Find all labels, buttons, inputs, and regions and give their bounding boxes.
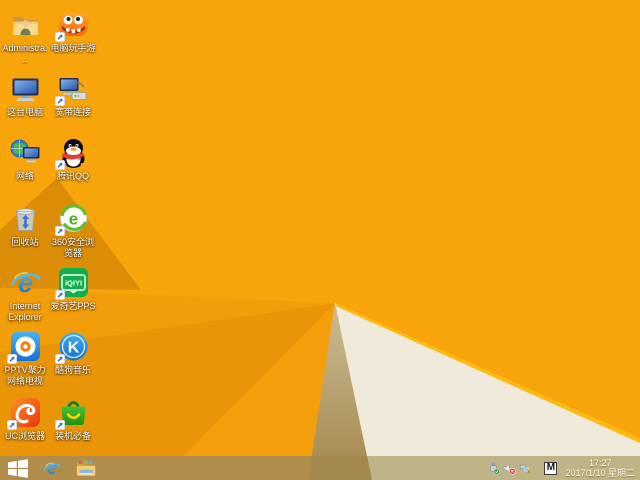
shortcut-arrow-icon — [54, 160, 65, 170]
desktop-icon-label: 爱奇艺PPS — [50, 301, 96, 311]
desktop-icon-label: 酷狗音乐 — [54, 365, 91, 375]
desktop-icon-label: UC浏览器 — [5, 431, 45, 441]
taskbar: e M 17:27 2017/1/10 星期二 — [0, 456, 640, 480]
desktop-icon-zhuangji-bibei[interactable]: 装机必备 — [50, 396, 96, 442]
monster-icon — [54, 8, 90, 42]
desktop-icon-label: 宽带连接 — [54, 107, 91, 117]
desktop-icon-label: 装机必备 — [54, 431, 91, 441]
ie-icon: e — [9, 266, 42, 299]
desktop-icon-label: 这台电脑 — [6, 107, 43, 117]
desktop-icon-uc-browser[interactable]: UC浏览器 — [2, 396, 48, 442]
desktop-icon-pc-play-mobile-games[interactable]: 电脑玩手游 — [50, 8, 96, 54]
windows-logo-icon — [8, 458, 28, 478]
shortcut-arrow-icon — [54, 32, 65, 42]
shortcut-arrow-icon — [6, 354, 17, 364]
desktop: Administra... 电脑玩手游这台电脑 宽带连接网络 腾讯QQ 回收站 e 360安… — [0, 0, 640, 480]
network-icon — [9, 136, 42, 169]
desktop-icon-label: PPTV聚力 网络电视 — [4, 365, 46, 386]
qq-icon — [54, 136, 90, 170]
svg-text:iQIYI: iQIYI — [64, 279, 81, 288]
desktop-icon-network[interactable]: 网络 — [2, 136, 48, 182]
shortcut-arrow-icon — [6, 420, 17, 430]
taskbar-internet-explorer-button[interactable]: e — [37, 456, 67, 480]
system-tray: M 17:27 2017/1/10 星期二 — [484, 456, 637, 480]
svg-text:K: K — [67, 340, 79, 357]
bag-icon — [54, 396, 90, 430]
uc-icon — [6, 396, 42, 430]
kugou-icon: K — [54, 330, 90, 364]
desktop-icon-administrator[interactable]: Administra... — [2, 8, 48, 65]
user-folder-icon — [9, 8, 42, 41]
desktop-icon-360-safe-browser[interactable]: e 360安全浏览器 — [50, 202, 96, 259]
start-button[interactable] — [3, 456, 33, 480]
desktop-icon-kugou-music[interactable]: K 酷狗音乐 — [50, 330, 96, 376]
desktop-icon-label: 电脑玩手游 — [50, 43, 96, 53]
svg-text:e: e — [68, 210, 77, 229]
internet-explorer-icon: e — [42, 459, 62, 478]
shortcut-arrow-icon — [54, 290, 65, 300]
file-explorer-icon — [76, 459, 96, 478]
ime-indicator[interactable]: M — [544, 461, 558, 475]
desktop-icon-broadband-connection[interactable]: 宽带连接 — [50, 72, 96, 118]
computer-icon — [9, 72, 42, 105]
desktop-icon-internet-explorer[interactable]: e Internet Explorer — [2, 266, 48, 323]
pptv-icon — [6, 330, 42, 364]
shortcut-arrow-icon — [54, 96, 65, 106]
clock-time: 17:27 — [588, 458, 612, 468]
desktop-icon-label: 腾讯QQ — [56, 171, 89, 181]
desktop-icon-label: Administra... — [2, 43, 48, 64]
volume-muted-icon[interactable] — [503, 462, 516, 475]
shortcut-arrow-icon — [54, 420, 65, 430]
desktop-icon-recycle-bin[interactable]: 回收站 — [2, 202, 48, 248]
se360-icon: e — [54, 202, 90, 236]
desktop-icon-pptv[interactable]: PPTV聚力 网络电视 — [2, 330, 48, 387]
shortcut-arrow-icon — [54, 226, 65, 236]
desktop-icon-iqiyi-pps[interactable]: iQIYI 爱奇艺PPS — [50, 266, 96, 312]
wallpaper — [0, 0, 640, 480]
clock-date: 2017/1/10 星期二 — [565, 468, 635, 478]
desktop-icon-label: Internet Explorer — [8, 301, 42, 322]
shortcut-arrow-icon — [54, 354, 65, 364]
taskbar-clock[interactable]: 17:27 2017/1/10 星期二 — [565, 458, 635, 478]
network-warning-icon[interactable] — [519, 462, 532, 475]
iqiyi-icon: iQIYI — [54, 266, 90, 300]
usb-safely-remove-icon[interactable] — [487, 461, 501, 475]
desktop-icon-label: 360安全浏览器 — [51, 237, 95, 258]
desktop-icon-tencent-qq[interactable]: 腾讯QQ — [50, 136, 96, 182]
desktop-icon-this-pc[interactable]: 这台电脑 — [2, 72, 48, 118]
taskbar-file-explorer-button[interactable] — [71, 456, 101, 480]
recycle-icon — [9, 202, 42, 235]
desktop-icon-label: 网络 — [15, 171, 34, 181]
desktop-icon-label: 回收站 — [11, 237, 39, 247]
broadband-icon — [54, 72, 90, 106]
